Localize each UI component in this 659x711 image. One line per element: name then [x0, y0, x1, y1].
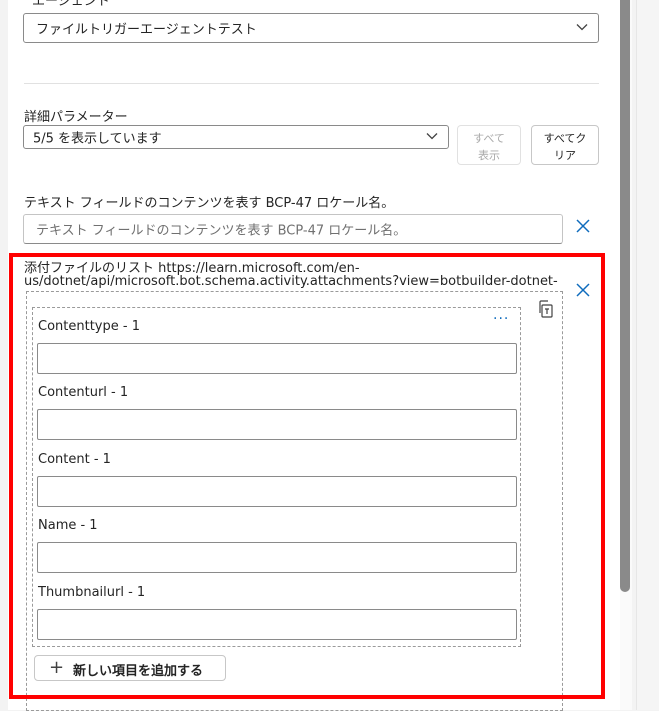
contenturl-input[interactable] — [37, 409, 517, 440]
thumbnailurl-input[interactable] — [37, 609, 517, 640]
remove-locale-icon[interactable] — [574, 219, 592, 237]
chevron-down-icon — [576, 21, 588, 36]
advanced-params-label: 詳細パラメーター — [24, 110, 128, 125]
name-label: Name - 1 — [38, 518, 98, 533]
agent-select-value: ファイルトリガーエージェントテスト — [36, 22, 257, 38]
copy-item-icon[interactable] — [538, 300, 556, 318]
add-item-label: 新しい項目を追加する — [73, 664, 204, 679]
more-options-icon[interactable]: ··· — [493, 311, 509, 327]
add-item-button[interactable]: + 新しい項目を追加する — [34, 655, 226, 681]
clear-all-label: すべてクリア — [543, 132, 587, 162]
advanced-params-value: 5/5 を表示しています — [33, 131, 162, 147]
chevron-down-icon — [426, 130, 438, 145]
clear-all-button[interactable]: すべてクリア — [531, 125, 599, 165]
show-all-button[interactable]: すべて表示 — [457, 125, 521, 165]
plus-icon: + — [49, 657, 65, 678]
agent-select[interactable]: ファイルトリガーエージェントテスト — [23, 13, 599, 43]
remove-attachments-icon[interactable] — [574, 283, 592, 301]
contenttype-input[interactable] — [37, 343, 517, 374]
attachments-label-line2: us/dotnet/api/microsoft.bot.schema.activ… — [24, 274, 558, 289]
show-all-label: すべて表示 — [473, 132, 505, 162]
right-gutter — [636, 0, 659, 710]
locale-input[interactable]: テキスト フィールドのコンテンツを表す BCP-47 ロケール名。 — [23, 214, 563, 244]
content-label: Content - 1 — [38, 452, 111, 467]
contenttype-label: Contenttype - 1 — [38, 319, 140, 334]
content-input[interactable] — [37, 476, 517, 507]
agent-label: エージェント — [32, 0, 110, 9]
scrollbar-thumb[interactable] — [620, 0, 630, 592]
locale-label: テキスト フィールドのコンテンツを表す BCP-47 ロケール名。 — [24, 196, 395, 211]
contenturl-label: Contenturl - 1 — [38, 385, 129, 400]
locale-placeholder: テキスト フィールドのコンテンツを表す BCP-47 ロケール名。 — [36, 223, 407, 239]
advanced-params-select[interactable]: 5/5 を表示しています — [23, 125, 449, 149]
name-input[interactable] — [37, 542, 517, 573]
thumbnailurl-label: Thumbnailurl - 1 — [38, 585, 146, 600]
section-divider — [24, 83, 599, 84]
